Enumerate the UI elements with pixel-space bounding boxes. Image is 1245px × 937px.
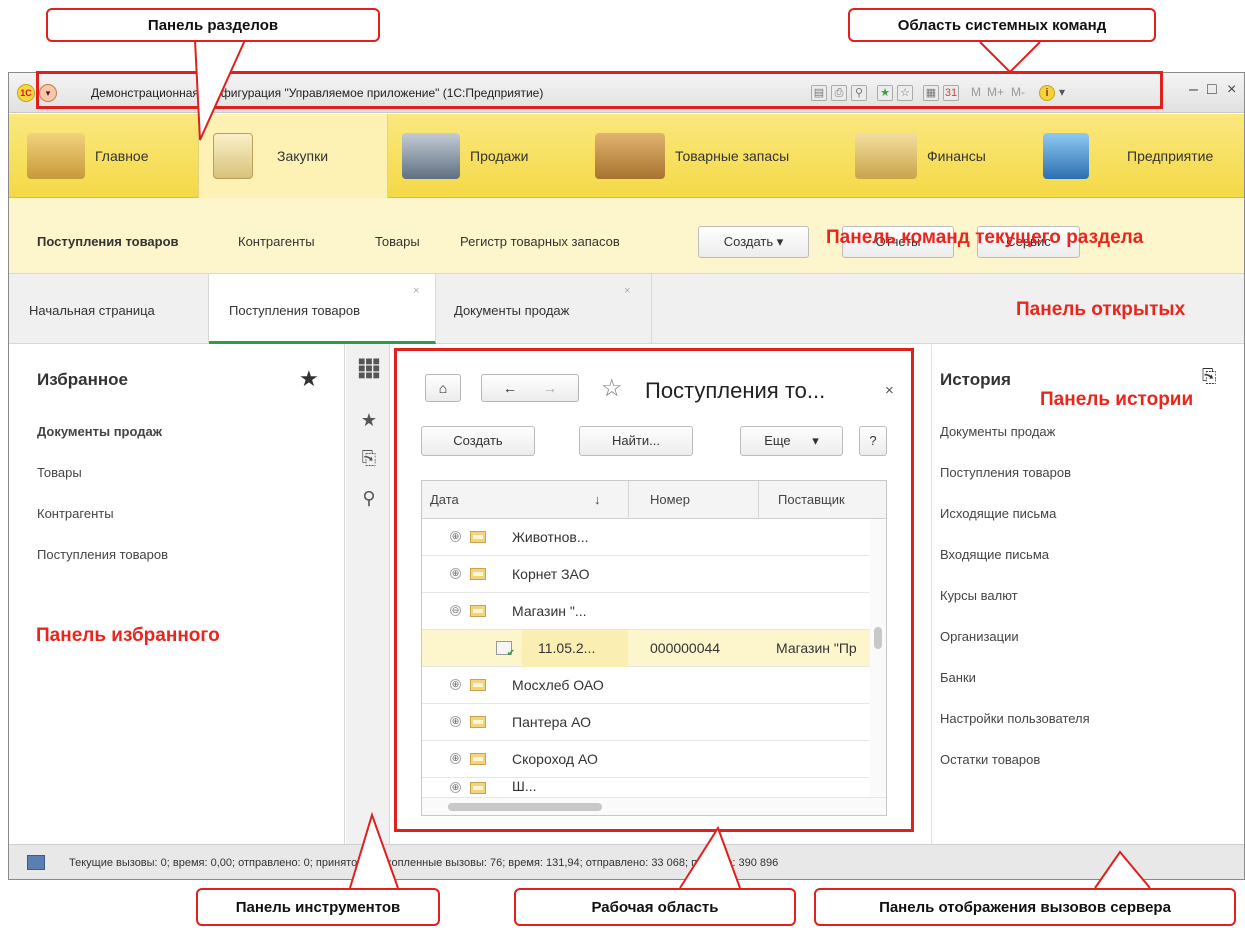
- callout-work-area: Рабочая область: [514, 888, 796, 926]
- callout-server-calls: Панель отображения вызовов сервера: [814, 888, 1236, 926]
- label-history-panel: Панель истории: [1040, 389, 1194, 410]
- label-open-panel: Панель открытых: [1016, 299, 1186, 320]
- label-favorites-panel: Панель избранного: [36, 625, 220, 646]
- callout-sections-panel: Панель разделов: [46, 8, 380, 42]
- callout-system-commands: Область системных команд: [848, 8, 1156, 42]
- callout-tools-panel: Панель инструментов: [196, 888, 440, 926]
- callout-pointers: [194, 39, 1151, 889]
- label-section-commands: Панель команд текущего раздела: [826, 227, 1144, 248]
